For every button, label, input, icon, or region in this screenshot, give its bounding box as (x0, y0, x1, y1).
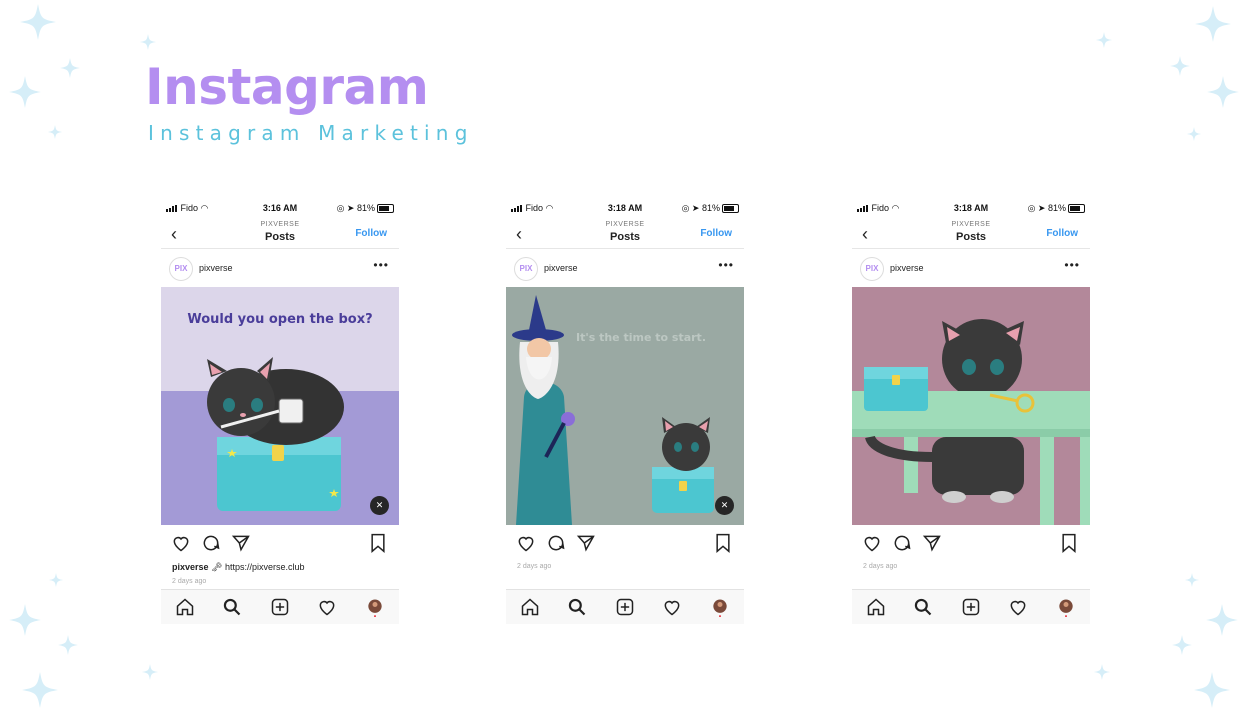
comment-icon[interactable] (892, 533, 912, 553)
post-username[interactable]: pixverse (544, 263, 578, 273)
top-nav: ‹ PIXVERSE Posts Follow (852, 218, 1090, 249)
status-bar: Fido ◠ 3:18 AM ◎ ➤ 81% (506, 198, 744, 218)
bottom-tab-bar (506, 589, 744, 624)
nav-account-name: PIXVERSE (260, 221, 300, 228)
post-header: PIX pixverse ••• (852, 249, 1090, 287)
activity-heart-icon[interactable] (317, 597, 337, 617)
top-nav: ‹ PIXVERSE Posts Follow (161, 218, 399, 249)
caption-username[interactable]: pixverse (172, 562, 209, 572)
battery-percent: 81% (356, 203, 375, 213)
share-icon[interactable] (231, 533, 251, 553)
location-icon: ◎ ➤ (1027, 203, 1046, 213)
profile-avatar-icon[interactable] (710, 597, 730, 617)
post-username[interactable]: pixverse (199, 263, 233, 273)
post-image[interactable] (852, 287, 1090, 525)
add-post-icon[interactable] (961, 597, 981, 617)
page-subtitle: Instagram Marketing (148, 121, 474, 145)
image-caption-text: It's the time to start. (576, 331, 706, 344)
home-icon[interactable] (520, 597, 540, 617)
post-caption: pixverse 🗝 https://pixverse.club (172, 562, 305, 573)
key-icon: 🗝 (211, 562, 223, 572)
bottom-tab-bar (852, 589, 1090, 624)
phone-screenshot-2: Fido ◠ 3:18 AM ◎ ➤ 81% ‹ PIXVERSE Posts … (506, 198, 744, 624)
post-actions (506, 525, 744, 561)
add-post-icon[interactable] (270, 597, 290, 617)
post-header: PIX pixverse ••• (161, 249, 399, 287)
share-icon[interactable] (576, 533, 596, 553)
status-bar: Fido ◠ 3:16 AM ◎ ➤ 81% (161, 198, 399, 218)
avatar[interactable]: PIX (169, 257, 193, 281)
comment-icon[interactable] (546, 533, 566, 553)
follow-button[interactable]: Follow (700, 228, 732, 239)
profile-avatar-icon[interactable] (365, 597, 385, 617)
heart-icon[interactable] (862, 533, 882, 553)
post-timestamp: 2 days ago (517, 563, 552, 570)
battery-percent: 81% (1047, 203, 1066, 213)
post-username[interactable]: pixverse (890, 263, 924, 273)
page-title: Instagram (145, 58, 429, 116)
bottom-tab-bar (161, 589, 399, 624)
post-timestamp: 2 days ago (863, 563, 898, 570)
avatar[interactable]: PIX (860, 257, 884, 281)
battery-icon (1068, 204, 1085, 214)
activity-heart-icon[interactable] (1008, 597, 1028, 617)
mute-icon[interactable]: ✕ (715, 496, 734, 515)
status-bar: Fido ◠ 3:18 AM ◎ ➤ 81% (852, 198, 1090, 218)
profile-avatar-icon[interactable] (1056, 597, 1076, 617)
post-actions (161, 525, 399, 561)
home-icon[interactable] (175, 597, 195, 617)
post-timestamp: 2 days ago (172, 578, 207, 585)
post-header: PIX pixverse ••• (506, 249, 744, 287)
avatar[interactable]: PIX (514, 257, 538, 281)
search-icon[interactable] (913, 597, 933, 617)
battery-icon (722, 204, 739, 214)
location-icon: ◎ ➤ (336, 203, 355, 213)
top-nav: ‹ PIXVERSE Posts Follow (506, 218, 744, 249)
battery-percent: 81% (701, 203, 720, 213)
more-options-icon[interactable]: ••• (718, 258, 734, 272)
nav-account-name: PIXVERSE (605, 221, 645, 228)
bookmark-icon[interactable] (714, 533, 732, 553)
heart-icon[interactable] (171, 533, 191, 553)
nav-account-name: PIXVERSE (951, 221, 991, 228)
follow-button[interactable]: Follow (355, 228, 387, 239)
bookmark-icon[interactable] (1060, 533, 1078, 553)
more-options-icon[interactable]: ••• (1064, 258, 1080, 272)
caption-link[interactable]: https://pixverse.club (225, 562, 305, 572)
home-icon[interactable] (866, 597, 886, 617)
add-post-icon[interactable] (615, 597, 635, 617)
search-icon[interactable] (567, 597, 587, 617)
post-image[interactable]: Would you open the box? ✕ (161, 287, 399, 525)
location-icon: ◎ ➤ (681, 203, 700, 213)
follow-button[interactable]: Follow (1046, 228, 1078, 239)
post-image[interactable]: It's the time to start. ✕ (506, 287, 744, 525)
battery-icon (377, 204, 394, 214)
post-actions (852, 525, 1090, 561)
activity-heart-icon[interactable] (662, 597, 682, 617)
share-icon[interactable] (922, 533, 942, 553)
comment-icon[interactable] (201, 533, 221, 553)
phone-screenshot-1: Fido ◠ 3:16 AM ◎ ➤ 81% ‹ PIXVERSE Posts … (161, 198, 399, 624)
phone-screenshot-3: Fido ◠ 3:18 AM ◎ ➤ 81% ‹ PIXVERSE Posts … (852, 198, 1090, 624)
heart-icon[interactable] (516, 533, 536, 553)
search-icon[interactable] (222, 597, 242, 617)
mute-icon[interactable]: ✕ (370, 496, 389, 515)
more-options-icon[interactable]: ••• (373, 258, 389, 272)
bookmark-icon[interactable] (369, 533, 387, 553)
image-caption-text: Would you open the box? (187, 312, 373, 327)
